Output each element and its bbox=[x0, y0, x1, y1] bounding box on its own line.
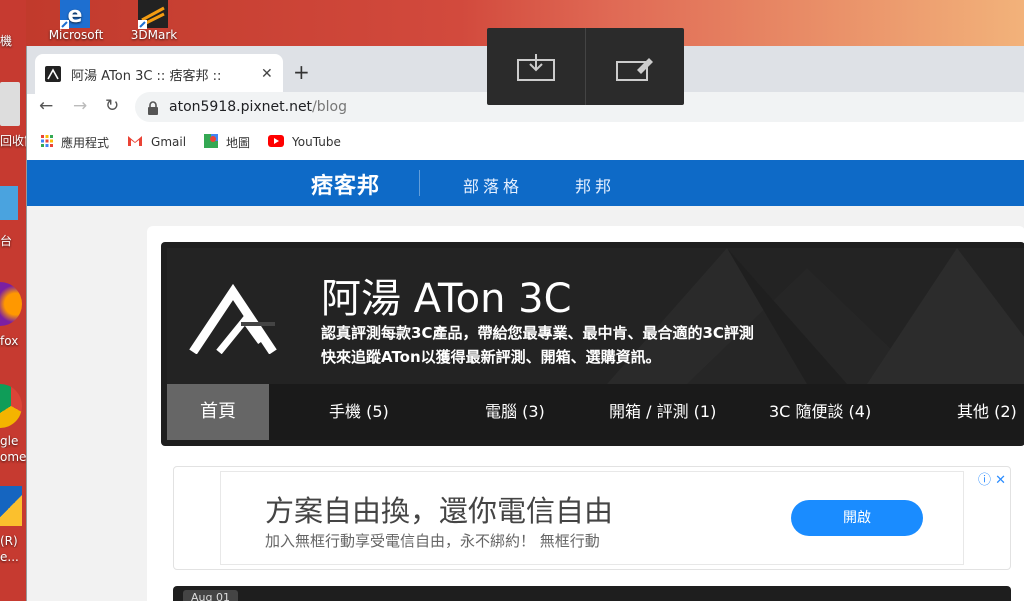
edge-icon: e bbox=[54, 0, 98, 29]
back-button[interactable]: ← bbox=[39, 96, 53, 116]
header-banner: 阿湯 ATon 3C 認真評測每款3C產品，帶給您最專業、最中肯、最合適的3C評… bbox=[167, 248, 1024, 384]
screenshot-download-button[interactable] bbox=[487, 28, 585, 105]
blog-header: 阿湯 ATon 3C 認真評測每款3C產品，帶給您最專業、最中肯、最合適的3C評… bbox=[161, 242, 1024, 446]
blog-description-line-2: 快來追蹤ATon以獲得最新評測、開箱、選購資訊。 bbox=[321, 348, 661, 366]
menu-item-computer[interactable]: 電腦 (3) bbox=[485, 384, 545, 440]
bookmark-label: 地圖 bbox=[226, 135, 251, 150]
pixnet-logo[interactable]: 痞客邦 bbox=[311, 168, 380, 200]
bookmark-youtube[interactable]: YouTube bbox=[268, 134, 341, 150]
nav-link-bangbang[interactable]: 邦邦 bbox=[575, 173, 615, 197]
bookmark-label: YouTube bbox=[292, 135, 341, 149]
post-header-bar: Aug 01 bbox=[173, 586, 1011, 601]
browser-window: 阿湯 ATon 3C :: 痞客邦 :: ✕ + ← → ↻ aton5918.… bbox=[26, 46, 1024, 601]
ad-subtitle: 加入無框行動享受電信自由，永不綁約！ 無框行動 bbox=[265, 532, 600, 550]
lock-icon bbox=[147, 100, 159, 115]
pixnet-favicon-icon bbox=[45, 66, 61, 82]
menu-item-3c-talk[interactable]: 3C 隨便談 (4) bbox=[769, 384, 871, 440]
bookmark-label: Gmail bbox=[151, 135, 187, 149]
post-date: Aug 01 bbox=[183, 590, 238, 601]
apps-grid-icon bbox=[41, 134, 53, 150]
url-host: aton5918.pixnet.net bbox=[169, 99, 313, 115]
desktop-icon-label: Microsoft bbox=[48, 28, 104, 42]
bookmark-label: 應用程式 bbox=[61, 135, 110, 150]
web-page: 痞客邦 部落格 邦邦 阿湯 ATon 3C 認真評測每款3C產品，帶給您最專業、… bbox=[27, 160, 1024, 601]
menu-item-other[interactable]: 其他 (2) bbox=[957, 384, 1017, 440]
blog-title[interactable]: 阿湯 ATon 3C bbox=[321, 266, 572, 324]
gmail-icon bbox=[127, 135, 143, 150]
desktop-left-label: gle bbox=[0, 434, 19, 448]
maps-icon bbox=[204, 133, 219, 151]
control-panel-icon[interactable] bbox=[0, 186, 18, 220]
reload-button[interactable]: ↻ bbox=[105, 96, 119, 116]
desktop-icon-label: 3DMark bbox=[130, 28, 178, 42]
ad-container: 方案自由換，還你電信自由 加入無框行動享受電信自由，永不綁約！ 無框行動 開啟 … bbox=[173, 466, 1011, 570]
ad-open-button[interactable]: 開啟 bbox=[791, 500, 923, 536]
svg-text:e: e bbox=[68, 3, 83, 28]
blog-menu: 首頁 手機 (5) 電腦 (3) 開箱 / 評測 (1) 3C 隨便談 (4) … bbox=[167, 384, 1024, 440]
bookmark-apps[interactable]: 應用程式 bbox=[41, 134, 109, 151]
close-tab-icon[interactable]: ✕ bbox=[261, 66, 273, 82]
pin-edit-button[interactable] bbox=[586, 28, 684, 105]
desktop-left-label: ome bbox=[0, 450, 26, 464]
divider bbox=[419, 170, 420, 196]
youtube-icon bbox=[268, 134, 285, 150]
desktop-left-label: (R) bbox=[0, 534, 18, 548]
new-tab-button[interactable]: + bbox=[293, 60, 310, 84]
bookmarks-bar: 應用程式 Gmail 地圖 YouTube bbox=[27, 128, 1024, 156]
capture-toolbar bbox=[487, 28, 684, 105]
browser-tab[interactable]: 阿湯 ATon 3C :: 痞客邦 :: ✕ bbox=[35, 54, 283, 94]
desktop-left-label: fox bbox=[0, 334, 19, 348]
nav-link-blog[interactable]: 部落格 bbox=[463, 173, 523, 197]
3dmark-icon bbox=[132, 0, 176, 29]
desktop-left-label: 回收筒 bbox=[0, 134, 26, 148]
bookmark-gmail[interactable]: Gmail bbox=[127, 135, 186, 150]
url-path: /blog bbox=[312, 99, 348, 115]
desktop-left-label: 台 bbox=[0, 234, 13, 248]
desktop-icon-3dmark[interactable]: 3DMark bbox=[124, 0, 184, 42]
recycle-bin-icon[interactable] bbox=[0, 82, 20, 126]
menu-item-phone[interactable]: 手機 (5) bbox=[329, 384, 389, 440]
blog-description-line-1: 認真評測每款3C產品，帶給您最專業、最中肯、最合適的3C評測 bbox=[321, 324, 754, 342]
forward-button[interactable]: → bbox=[73, 96, 87, 116]
ad-banner[interactable]: 方案自由換，還你電信自由 加入無框行動享受電信自由，永不綁約！ 無框行動 開啟 bbox=[220, 471, 964, 565]
bookmark-maps[interactable]: 地圖 bbox=[204, 133, 251, 151]
desktop-left-label: 機 bbox=[0, 34, 13, 48]
pixnet-top-bar: 痞客邦 部落格 邦邦 bbox=[27, 160, 1024, 206]
url-text: aton5918.pixnet.net/blog bbox=[169, 99, 347, 115]
desktop-icon-microsoft[interactable]: e Microsoft bbox=[46, 0, 106, 42]
screenshot-download-icon bbox=[517, 53, 555, 81]
aton-logo-icon bbox=[189, 283, 279, 358]
desktop-left-label: e... bbox=[0, 550, 19, 564]
menu-item-unboxing-review[interactable]: 開箱 / 評測 (1) bbox=[609, 384, 716, 440]
tab-title: 阿湯 ATon 3C :: 痞客邦 :: bbox=[71, 68, 222, 84]
menu-item-home[interactable]: 首頁 bbox=[167, 384, 269, 440]
ad-title: 方案自由換，還你電信自由 bbox=[265, 494, 614, 528]
ad-choices-close-icon[interactable]: ⓘ ✕ bbox=[978, 469, 1006, 488]
security-shield-icon[interactable] bbox=[0, 486, 22, 526]
pin-edit-icon bbox=[616, 57, 653, 81]
